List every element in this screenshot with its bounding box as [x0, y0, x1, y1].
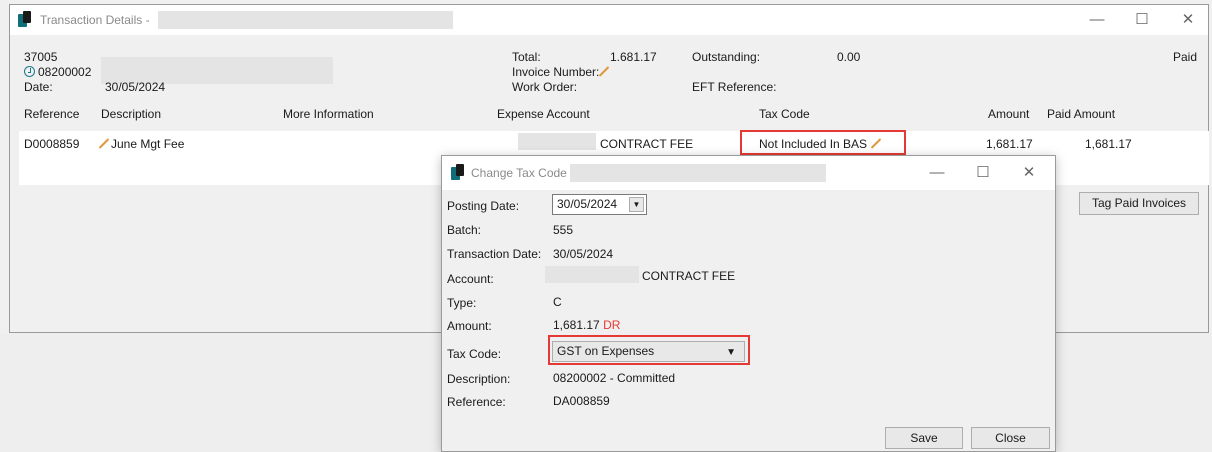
type-label: Type:: [447, 296, 477, 310]
amount-value: 1,681.17 DR: [553, 318, 621, 332]
redacted-account-code: [518, 133, 596, 150]
column-header-paid-amount[interactable]: Paid Amount: [1047, 107, 1115, 121]
redacted-title: [570, 164, 826, 182]
save-button[interactable]: Save: [885, 427, 963, 449]
posting-date-label: Posting Date:: [447, 199, 520, 213]
description-label: Description:: [447, 372, 511, 386]
dialog-title: Change Tax Code -: [471, 166, 575, 180]
column-header-description[interactable]: Description: [101, 107, 161, 121]
account-label: Account:: [447, 272, 494, 286]
reference-id: 37005: [24, 50, 58, 64]
date-value: 30/05/2024: [105, 80, 166, 94]
column-header-reference[interactable]: Reference: [24, 107, 79, 121]
close-button[interactable]: ✕: [1014, 163, 1044, 183]
tag-paid-invoices-button[interactable]: Tag Paid Invoices: [1079, 192, 1199, 215]
window-title: Transaction Details -: [40, 13, 150, 27]
edit-pencil-icon[interactable]: [98, 138, 110, 149]
column-header-amount[interactable]: Amount: [988, 107, 1029, 121]
eft-reference-label: EFT Reference:: [692, 80, 777, 94]
app-icon: [18, 11, 32, 27]
app-icon: [451, 164, 465, 180]
status-label: Paid: [1173, 50, 1198, 64]
titlebar: Transaction Details - — ☐ ✕: [10, 5, 1208, 35]
reference-label: Reference:: [447, 395, 506, 409]
description-value: 08200002 - Committed: [553, 371, 676, 385]
dialog-titlebar: Change Tax Code - — ☐ ✕: [442, 156, 1055, 190]
account-value: CONTRACT FEE: [642, 269, 736, 283]
minimize-button[interactable]: —: [1082, 10, 1112, 30]
highlight-tax-code: [740, 130, 906, 155]
row-amount: 1,681.17: [986, 137, 1033, 151]
reference-value: DA008859: [553, 394, 610, 408]
minimize-button[interactable]: —: [922, 163, 952, 183]
maximize-button[interactable]: ☐: [968, 163, 998, 183]
creditor-code: 08200002: [24, 65, 91, 79]
posting-date-picker[interactable]: 30/05/2024 ▼: [552, 194, 647, 215]
dropdown-arrow-icon[interactable]: ▼: [629, 197, 644, 212]
tax-code-label: Tax Code:: [447, 347, 502, 361]
maximize-button[interactable]: ☐: [1127, 10, 1157, 30]
total-value: 1.681.17: [610, 50, 657, 64]
transaction-date-value: 30/05/2024: [553, 247, 614, 261]
batch-label: Batch:: [447, 223, 482, 237]
transaction-date-label: Transaction Date:: [447, 247, 542, 261]
invoice-number-label: Invoice Number:: [512, 65, 611, 79]
clock-icon: [24, 66, 35, 77]
change-tax-code-dialog: Change Tax Code - — ☐ ✕ Posting Date: 30…: [441, 155, 1056, 452]
row-description[interactable]: June Mgt Fee: [98, 137, 184, 151]
total-label: Total:: [512, 50, 541, 64]
highlight-tax-code-select: [548, 335, 750, 365]
edit-pencil-icon[interactable]: [599, 66, 610, 77]
outstanding-label: Outstanding:: [692, 50, 761, 64]
dr-indicator: DR: [603, 318, 621, 332]
work-order-label: Work Order:: [512, 80, 578, 94]
type-value: C: [553, 295, 562, 309]
column-header-more-information[interactable]: More Information: [283, 107, 374, 121]
amount-label: Amount:: [447, 319, 492, 333]
close-dialog-button[interactable]: Close: [971, 427, 1050, 449]
redacted-title: [158, 11, 453, 29]
row-reference: D0008859: [24, 137, 80, 151]
row-expense-account: CONTRACT FEE: [600, 137, 694, 151]
posting-date-value: 30/05/2024: [557, 197, 618, 211]
column-header-expense-account[interactable]: Expense Account: [497, 107, 590, 121]
date-label: Date:: [24, 80, 53, 94]
redacted-account-code: [545, 266, 639, 283]
outstanding-value: 0.00: [837, 50, 861, 64]
close-button[interactable]: ✕: [1173, 10, 1203, 30]
column-header-tax-code[interactable]: Tax Code: [759, 107, 810, 121]
row-paid-amount: 1,681.17: [1085, 137, 1132, 151]
batch-value: 555: [553, 223, 574, 237]
